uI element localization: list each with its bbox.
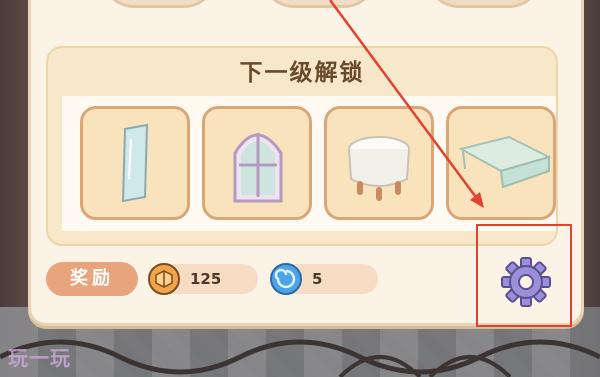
blue-swirl-icon [270,263,302,295]
glass-table-item[interactable] [446,106,556,220]
round-table-item[interactable] [324,106,434,220]
next-level-unlock-card: 下一级解锁 [46,46,558,246]
swirl-reward-value: 5 [312,270,323,288]
round-table-icon [348,136,410,201]
coin-reward: 125 [148,263,258,295]
arched-window-icon [233,133,283,203]
mirror-item[interactable] [80,106,190,220]
cookie-coin-icon [148,263,180,295]
top-slot-decoration [101,0,217,8]
top-slot-decoration [261,0,377,8]
unlock-items-strip[interactable] [62,96,556,231]
mirror-icon [121,123,149,203]
unlock-title: 下一级解锁 [239,60,365,86]
top-slot-decoration [426,0,542,8]
watermark: 玩一玩 [8,346,71,370]
glass-table-icon [458,135,552,189]
swirl-reward: 5 [270,263,378,295]
reward-label: 奖励 [46,262,138,296]
annotation-highlight-box [476,224,572,327]
coin-reward-value: 125 [190,270,222,288]
arched-window-item[interactable] [202,106,312,220]
